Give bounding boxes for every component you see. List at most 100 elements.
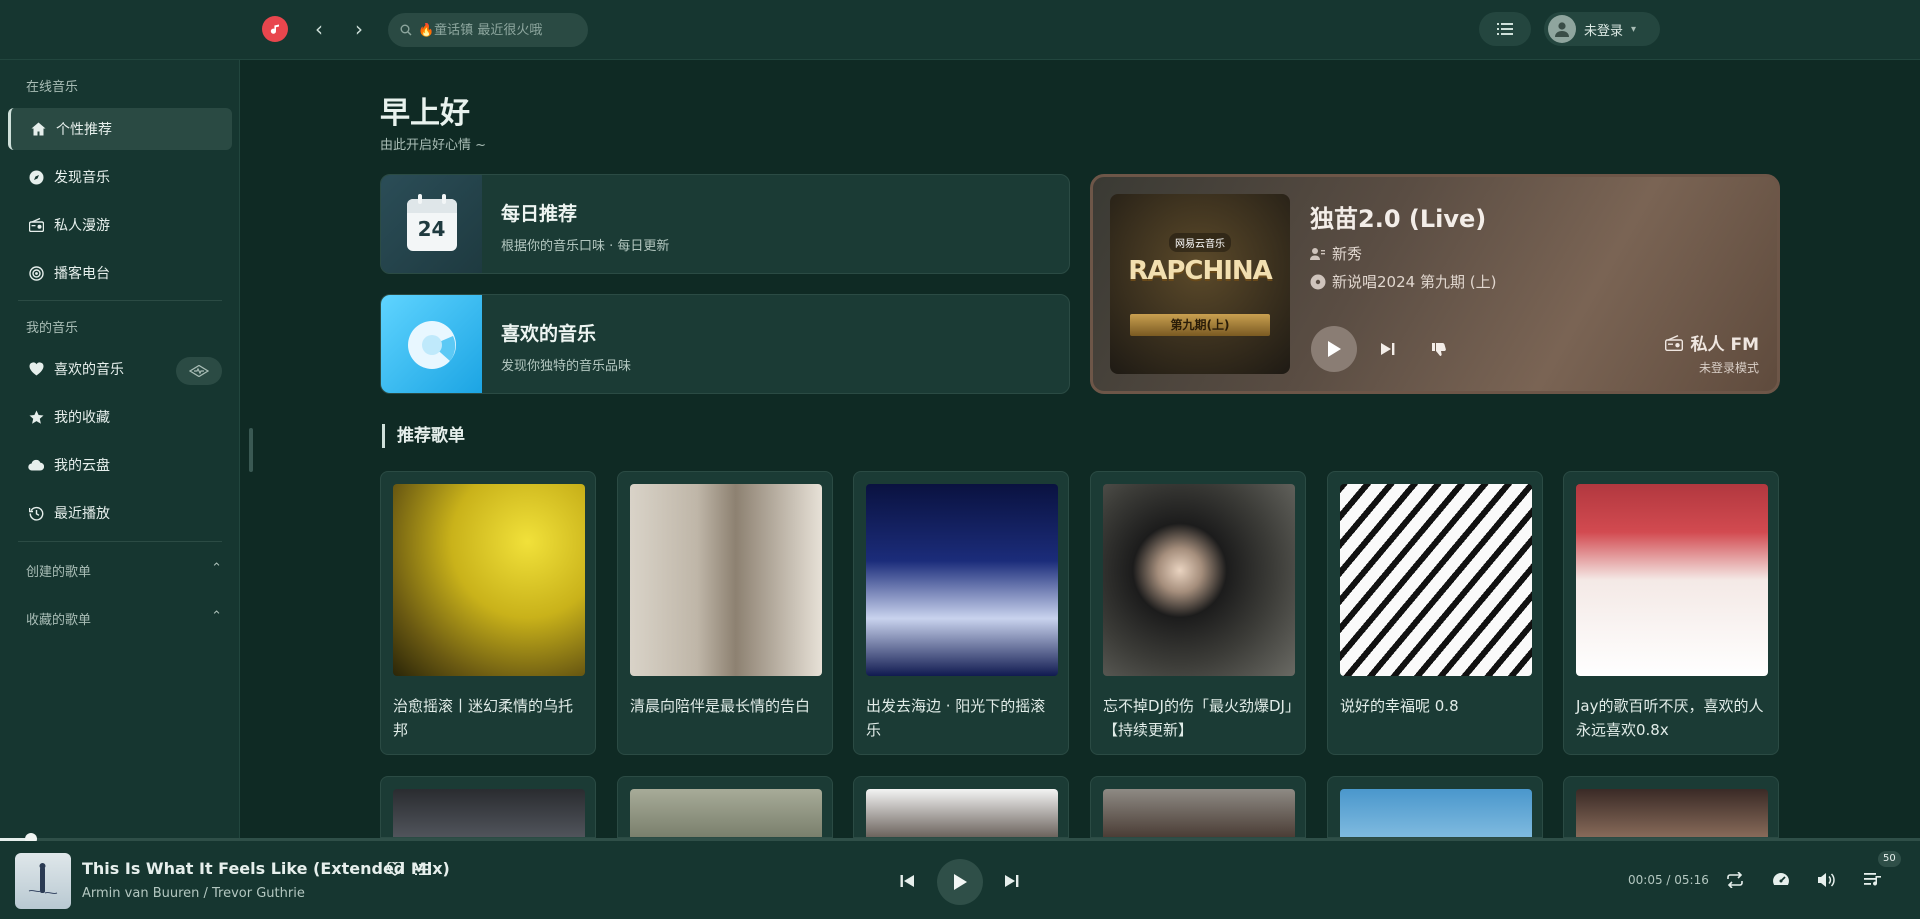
fm-label: 私人 FM: [1664, 330, 1759, 355]
playlist-cover[interactable]: [1103, 484, 1295, 676]
playlist-card[interactable]: 治愈摇滚丨迷幻柔情的乌托邦: [380, 471, 596, 755]
search-input[interactable]: [418, 22, 568, 38]
playlist-card[interactable]: 清晨向陪伴是最长情的告白: [617, 471, 833, 755]
section-mine-title: 我的音乐: [26, 321, 79, 336]
skip-previous-icon: [900, 875, 914, 887]
playlist-name[interactable]: 说好的幸福呢 0.8: [1340, 694, 1532, 718]
sidebar-item-collection[interactable]: 我的收藏: [8, 396, 232, 438]
history-icon: [28, 505, 44, 521]
sidebar-item-recommend[interactable]: 个性推荐: [8, 108, 232, 150]
fm-artist: 新秀: [1332, 245, 1363, 263]
heartbeat-icon: [189, 365, 209, 377]
playlist-name[interactable]: 出发去海边 · 阳光下的摇滚乐: [866, 694, 1058, 742]
sidebar-item-label: 我的收藏: [54, 410, 110, 426]
playlist-add-button[interactable]: [412, 859, 434, 879]
next-button[interactable]: [1000, 871, 1024, 891]
sidebar-item-label: 个性推荐: [56, 122, 112, 138]
sidebar-item-label: 私人漫游: [54, 218, 110, 234]
liked-music-card[interactable]: 喜欢的音乐 发现你独特的音乐品味: [380, 294, 1070, 394]
fm-artist-row[interactable]: 新秀: [1310, 243, 1362, 264]
search-icon: [400, 24, 412, 36]
playlist-cover[interactable]: [630, 789, 822, 837]
playlist-card[interactable]: 说好的幸福呢 0.8: [1327, 471, 1543, 755]
playlist-name[interactable]: Jay的歌百听不厌，喜欢的人永远喜欢0.8x: [1576, 694, 1768, 742]
queue-icon: [1864, 873, 1881, 886]
sidebar-item-label: 喜欢的音乐: [54, 362, 124, 378]
list-icon: [415, 863, 431, 875]
sidebar-item-roaming[interactable]: 私人漫游: [8, 204, 232, 246]
playlist-cover[interactable]: [1340, 789, 1532, 837]
playlist-cover[interactable]: [866, 484, 1058, 676]
sidebar-item-discover[interactable]: 发现音乐: [8, 156, 232, 198]
sidebar-item-recent[interactable]: 最近播放: [8, 492, 232, 534]
playlist-cover[interactable]: [393, 484, 585, 676]
playlist-name[interactable]: 忘不掉DJ的伤「最火劲爆DJ」【持续更新】: [1103, 694, 1295, 742]
playlist-name[interactable]: 清晨向陪伴是最长情的告白: [630, 694, 822, 718]
now-playing-cover[interactable]: [15, 853, 71, 909]
now-playing-artist[interactable]: Armin van Buuren / Trevor Guthrie: [82, 886, 305, 901]
user-label: 未登录: [1584, 23, 1624, 39]
repeat-button[interactable]: [1722, 869, 1748, 891]
play-button[interactable]: [937, 859, 983, 905]
player-bar: This Is What It Feels Like (Extended Mix…: [0, 841, 1920, 919]
sidebar-item-podcast[interactable]: 播客电台: [8, 252, 232, 294]
sidebar-resize-handle[interactable]: [249, 428, 253, 472]
repeat-icon: [1727, 872, 1743, 888]
playlist-cover[interactable]: [1340, 484, 1532, 676]
page-subtitle: 由此开启好心情 ~: [380, 138, 487, 153]
back-icon[interactable]: ‹: [308, 17, 330, 41]
queue-button[interactable]: [1860, 869, 1886, 891]
playlist-cover[interactable]: [393, 789, 585, 837]
sidebar-item-liked[interactable]: 喜欢的音乐: [8, 348, 168, 390]
volume-icon: [1818, 873, 1835, 887]
user-menu-button[interactable]: 未登录 ▾: [1544, 12, 1660, 46]
playlist-name[interactable]: 治愈摇滚丨迷幻柔情的乌托邦: [393, 694, 585, 742]
created-playlists-header[interactable]: 创建的歌单 ⌃: [26, 561, 222, 580]
fm-album-cover[interactable]: 网易云音乐 RAPCHINA 第九期(上): [1110, 194, 1290, 374]
calendar-icon: 24: [381, 175, 482, 273]
forward-icon[interactable]: ›: [348, 17, 370, 41]
section-online-title: 在线音乐: [26, 80, 79, 95]
fm-album-row[interactable]: 新说唱2024 第九期 (上): [1310, 271, 1496, 292]
fm-next-button[interactable]: [1376, 337, 1400, 361]
radio-icon: [1664, 334, 1683, 351]
playlist-card[interactable]: [1563, 776, 1779, 838]
sidebar-item-label: 我的云盘: [54, 458, 110, 474]
playlist-card[interactable]: [617, 776, 833, 838]
sidebar-item-label: 最近播放: [54, 506, 110, 522]
playlist-card[interactable]: 出发去海边 · 阳光下的摇滚乐: [853, 471, 1069, 755]
list-icon: [1497, 23, 1513, 35]
fm-song-title[interactable]: 独苗2.0 (Live): [1310, 199, 1486, 234]
sidebar-item-cloud[interactable]: 我的云盘: [8, 444, 232, 486]
heartbeat-mode-button[interactable]: [176, 357, 222, 385]
personal-fm-card[interactable]: 网易云音乐 RAPCHINA 第九期(上) 独苗2.0 (Live) 新秀 新说…: [1090, 174, 1780, 394]
daily-recommend-card[interactable]: 24 每日推荐 根据你的音乐口味 · 每日更新: [380, 174, 1070, 274]
playlist-cover[interactable]: [630, 484, 822, 676]
speed-button[interactable]: [1768, 869, 1794, 891]
playlist-card[interactable]: [853, 776, 1069, 838]
cover-episode: 第九期(上): [1170, 318, 1230, 332]
collected-playlists-header[interactable]: 收藏的歌单 ⌃: [26, 609, 222, 628]
fm-mode: 未登录模式: [1698, 361, 1759, 375]
fm-label-text: 私人 FM: [1690, 335, 1759, 355]
playlist-cover[interactable]: [1576, 789, 1768, 837]
cover-title: RAPCHINA: [1128, 255, 1273, 286]
playlist-card[interactable]: [380, 776, 596, 838]
playlist-cover[interactable]: [1576, 484, 1768, 676]
search-box[interactable]: [388, 13, 588, 47]
playlist-card[interactable]: [1090, 776, 1306, 838]
playlist-card[interactable]: Jay的歌百听不厌，喜欢的人永远喜欢0.8x: [1563, 471, 1779, 755]
app-logo-icon[interactable]: [262, 16, 288, 42]
playlist-cover[interactable]: [1103, 789, 1295, 837]
skip-next-icon: [1381, 343, 1395, 355]
volume-button[interactable]: [1813, 869, 1839, 891]
fm-dislike-button[interactable]: [1427, 337, 1451, 361]
menu-list-button[interactable]: [1479, 12, 1531, 46]
playlist-cover[interactable]: [866, 789, 1058, 837]
playlist-card[interactable]: [1327, 776, 1543, 838]
playlist-card[interactable]: 忘不掉DJ的伤「最火劲爆DJ」【持续更新】: [1090, 471, 1306, 755]
fm-play-button[interactable]: [1311, 326, 1357, 372]
previous-button[interactable]: [895, 871, 919, 891]
like-button[interactable]: [384, 859, 406, 879]
sidebar-item-label: 发现音乐: [54, 170, 110, 186]
